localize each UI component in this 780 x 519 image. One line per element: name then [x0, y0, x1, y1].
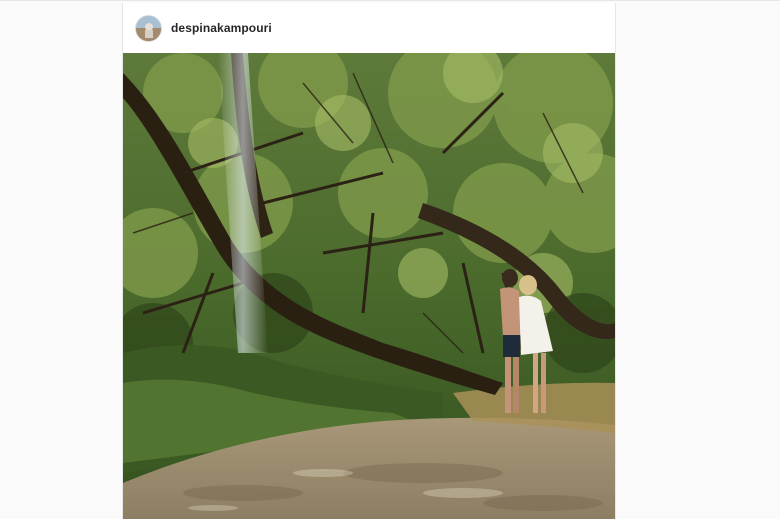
author-avatar[interactable] [135, 14, 162, 42]
page: despinakampouri [0, 0, 780, 519]
author-username[interactable]: despinakampouri [171, 21, 272, 35]
forest-riverbank-photo [123, 53, 615, 519]
avatar-image [136, 15, 161, 41]
instagram-post-card: despinakampouri [122, 3, 616, 519]
post-header: despinakampouri [123, 3, 615, 53]
post-photo[interactable] [123, 53, 615, 519]
